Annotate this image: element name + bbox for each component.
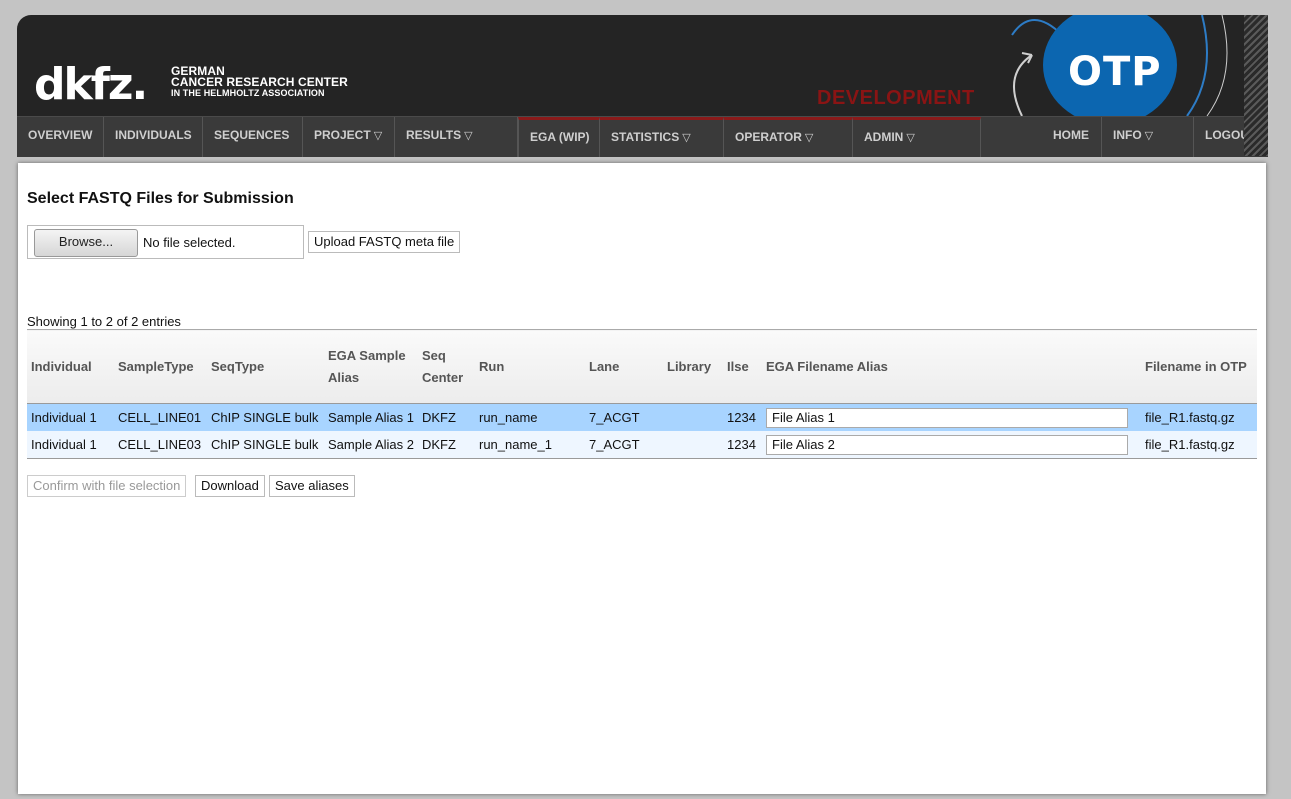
cell-filename-in-otp: file_R1.fastq.gz: [1141, 403, 1257, 431]
save-aliases-button[interactable]: Save aliases: [269, 475, 355, 497]
ega-filename-alias-input[interactable]: [766, 407, 1128, 428]
page-frame: dkfz. GERMAN CANCER RESEARCH CENTER IN T…: [17, 15, 1268, 795]
col-individual[interactable]: Individual: [27, 329, 114, 404]
cell-lane: 7_ACGT: [585, 403, 663, 431]
cell-seq-center: DKFZ: [418, 403, 475, 431]
file-status: No file selected.: [143, 235, 236, 250]
col-ega-filename-alias[interactable]: EGA Filename Alias: [762, 329, 1141, 404]
cell-ilse: 1234: [723, 403, 762, 431]
nav-results-label: RESULTS: [406, 128, 462, 142]
nav-sequences[interactable]: SEQUENCES: [203, 117, 303, 157]
nav-sequences-label: SEQUENCES: [214, 128, 290, 142]
download-button[interactable]: Download: [195, 475, 265, 497]
logo-mark: dkfz.: [34, 63, 146, 103]
cell-seq-type: ChIP SINGLE bulk: [207, 403, 324, 431]
nav-operator[interactable]: OPERATOR ▽: [724, 117, 853, 157]
cell-run: run_name_1: [475, 431, 585, 459]
chevron-down-icon: ▽: [464, 130, 473, 142]
nav-project-label: PROJECT: [314, 128, 371, 142]
institution-name: GERMAN CANCER RESEARCH CENTER IN THE HEL…: [171, 65, 348, 99]
logo-line-2: CANCER RESEARCH CENTER: [171, 75, 348, 89]
nav-individuals[interactable]: INDIVIDUALS: [104, 117, 203, 157]
col-seq-center[interactable]: Seq Center: [418, 329, 475, 404]
nav-ega-label: EGA (WIP): [530, 130, 590, 144]
nav-home[interactable]: HOME: [1042, 117, 1102, 157]
main-nav: OVERVIEW INDIVIDUALS SEQUENCES PROJECT ▽ …: [17, 116, 1268, 157]
table-row[interactable]: Individual 1 CELL_LINE01 ChIP SINGLE bul…: [27, 403, 1257, 431]
col-seq-type[interactable]: SeqType: [207, 329, 324, 404]
col-ilse[interactable]: Ilse: [723, 329, 762, 404]
col-filename-in-otp[interactable]: Filename in OTP: [1141, 329, 1257, 404]
col-sample-type[interactable]: SampleType: [114, 329, 207, 404]
cell-run: run_name: [475, 403, 585, 431]
page-title: Select FASTQ Files for Submission: [27, 190, 294, 207]
cell-library: [663, 431, 723, 459]
nav-project[interactable]: PROJECT ▽: [303, 117, 395, 157]
chevron-down-icon: ▽: [906, 132, 915, 144]
otp-logo: OTP: [1068, 49, 1162, 95]
col-lane[interactable]: Lane: [585, 329, 663, 404]
nav-ega[interactable]: EGA (WIP): [518, 117, 600, 157]
table-row[interactable]: Individual 1 CELL_LINE03 ChIP SINGLE bul…: [27, 431, 1257, 459]
cell-individual: Individual 1: [27, 431, 114, 459]
ega-filename-alias-input[interactable]: [766, 434, 1128, 455]
cell-sample-type: CELL_LINE01: [114, 403, 207, 431]
cell-lane: 7_ACGT: [585, 431, 663, 459]
table-info: Showing 1 to 2 of 2 entries: [27, 314, 181, 329]
main-content: Select FASTQ Files for Submission Browse…: [18, 163, 1266, 794]
col-ega-sample-alias[interactable]: EGA Sample Alias: [324, 329, 418, 404]
cell-individual: Individual 1: [27, 403, 114, 431]
nav-results[interactable]: RESULTS ▽: [395, 117, 518, 157]
chevron-down-icon: ▽: [373, 130, 383, 142]
nav-info[interactable]: INFO ▽: [1102, 117, 1194, 157]
cell-ilse: 1234: [723, 431, 762, 459]
cell-ega-sample-alias: Sample Alias 1: [324, 403, 418, 431]
logo-line-3: IN THE HELMHOLTZ ASSOCIATION: [171, 88, 325, 98]
cell-library: [663, 403, 723, 431]
nav-home-label: HOME: [1053, 128, 1089, 142]
header: dkfz. GERMAN CANCER RESEARCH CENTER IN T…: [17, 15, 1268, 116]
col-run[interactable]: Run: [475, 329, 585, 404]
browse-button[interactable]: Browse...: [34, 229, 138, 257]
cell-seq-type: ChIP SINGLE bulk: [207, 431, 324, 459]
nav-individuals-label: INDIVIDUALS: [115, 128, 192, 142]
cell-seq-center: DKFZ: [418, 431, 475, 459]
chevron-down-icon: ▽: [682, 132, 691, 144]
table-header-row: Individual SampleType SeqType EGA Sample…: [27, 329, 1257, 404]
chevron-down-icon: ▽: [804, 132, 814, 144]
file-input[interactable]: Browse... No file selected.: [27, 225, 304, 259]
cell-ega-sample-alias: Sample Alias 2: [324, 431, 418, 459]
nav-overview[interactable]: OVERVIEW: [17, 117, 104, 157]
dkfz-logo: dkfz.: [34, 63, 148, 103]
nav-statistics[interactable]: STATISTICS ▽: [600, 117, 724, 157]
nav-admin[interactable]: ADMIN ▽: [853, 117, 981, 157]
cell-filename-in-otp: file_R1.fastq.gz: [1141, 431, 1257, 459]
nav-overview-label: OVERVIEW: [28, 128, 93, 142]
nav-admin-label: ADMIN: [864, 130, 904, 144]
header-hatch: [1244, 15, 1268, 156]
cell-ega-filename-alias: [762, 403, 1141, 431]
environment-label: DEVELOPMENT: [817, 87, 975, 109]
cell-sample-type: CELL_LINE03: [114, 431, 207, 459]
upload-fastq-meta-button[interactable]: Upload FASTQ meta file: [308, 231, 461, 253]
nav-info-label: INFO: [1113, 128, 1142, 142]
confirm-file-selection-button[interactable]: Confirm with file selection: [27, 475, 187, 497]
nav-statistics-label: STATISTICS: [611, 130, 680, 144]
fastq-table: Individual SampleType SeqType EGA Sample…: [27, 329, 1257, 459]
col-library[interactable]: Library: [663, 329, 723, 404]
nav-operator-label: OPERATOR: [735, 130, 802, 144]
cell-ega-filename-alias: [762, 431, 1141, 459]
chevron-down-icon: ▽: [1144, 130, 1154, 142]
